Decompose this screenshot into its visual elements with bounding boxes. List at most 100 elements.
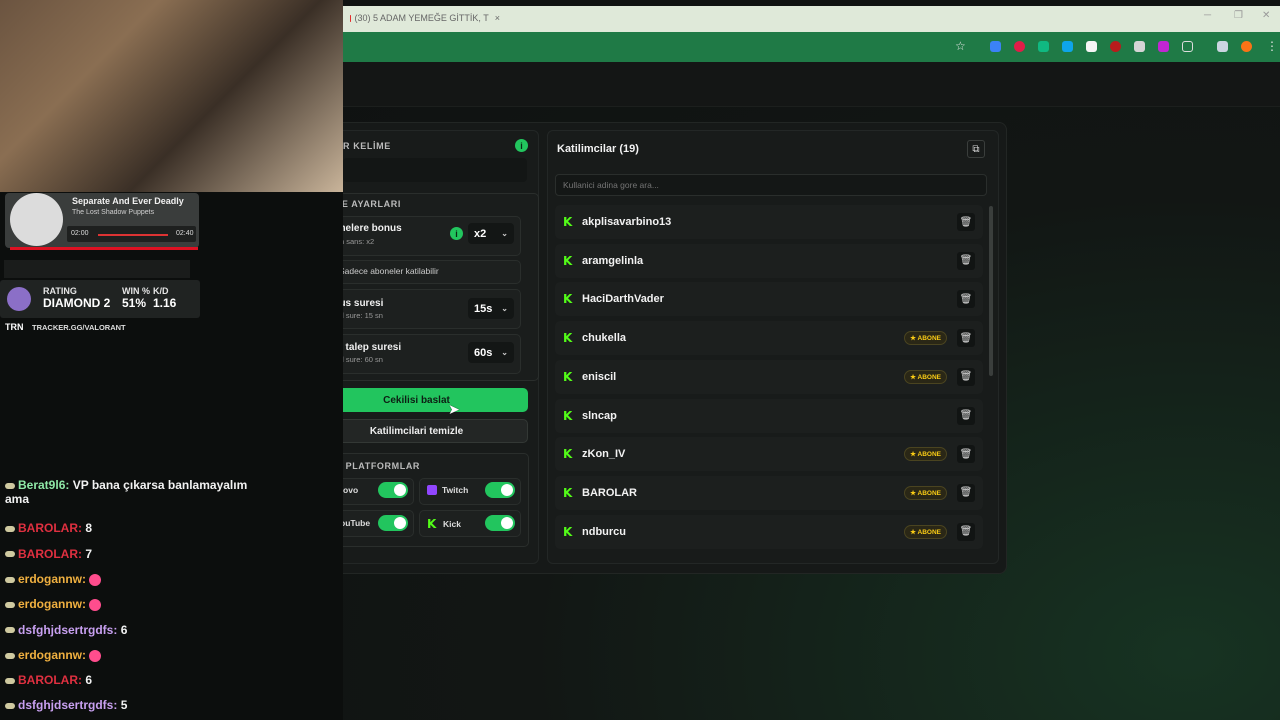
chat-text: 5 xyxy=(120,698,128,713)
twitch-toggle[interactable] xyxy=(485,482,515,498)
delete-icon[interactable]: 🗑 xyxy=(957,213,975,231)
tab-close-icon[interactable]: × xyxy=(495,13,500,23)
info-icon[interactable]: i xyxy=(450,227,463,240)
extension-icon[interactable] xyxy=(1062,41,1073,52)
participant-name: zKon_IV xyxy=(582,448,626,461)
claim-duration-select[interactable]: 60s ⌄ xyxy=(468,342,514,363)
platform-name: Twitch xyxy=(442,485,469,495)
copy-icon[interactable]: ⧉ xyxy=(967,140,985,158)
extension-icon[interactable] xyxy=(1134,41,1145,52)
participants-scrollbar[interactable] xyxy=(989,206,993,376)
site-header xyxy=(343,62,1280,107)
bookmark-star-icon[interactable]: ☆ xyxy=(955,39,966,53)
chat-message: erdogannw: xyxy=(5,647,102,662)
badge-icon xyxy=(5,703,15,710)
youtube-icon xyxy=(350,14,351,22)
chat-username: erdogannw xyxy=(18,571,83,586)
participant-row: K HaciDarthVader 🗑 xyxy=(555,282,983,317)
browser-menu-icon[interactable]: ⋮ xyxy=(1266,39,1278,53)
participant-name: slncap xyxy=(582,409,617,422)
tab-title: (30) 5 ADAM YEMEĞE GİTTİK, T xyxy=(354,13,489,23)
spin-duration-select[interactable]: 15s ⌄ xyxy=(468,298,514,319)
chat-username: dsfghjdsertrgdfs xyxy=(18,698,114,713)
kick-icon: K xyxy=(563,215,573,229)
chat-text: 7 xyxy=(85,546,93,561)
subscriber-bonus-select[interactable]: x2 ⌄ xyxy=(468,223,514,244)
extension-icon[interactable] xyxy=(1086,41,1097,52)
subscriber-badge-label: ABONE xyxy=(917,335,941,343)
chat-username: BAROLAR xyxy=(18,546,78,561)
info-icon[interactable]: i xyxy=(515,139,528,152)
participant-row: Keniscil ★ ABONE 🗑 xyxy=(555,359,983,394)
music-progress-fill xyxy=(98,234,168,236)
chat-username: erdogannw xyxy=(18,647,83,662)
extension-icon[interactable] xyxy=(1014,41,1025,52)
participant-name: eniscil xyxy=(582,370,617,383)
delete-icon[interactable]: 🗑 xyxy=(957,483,975,502)
kick-icon: K xyxy=(563,369,573,384)
tracker-url: TRACKER.GG/VALORANT xyxy=(32,323,126,332)
extension-icon[interactable] xyxy=(1110,41,1121,52)
subscriber-badge-label: ABONE xyxy=(917,451,941,459)
subscriber-badge: ★ ABONE xyxy=(904,524,947,539)
chat-text: 8 xyxy=(85,521,93,536)
mouse-cursor-icon: ➤ xyxy=(448,401,460,417)
extension-icon[interactable] xyxy=(1158,41,1169,52)
chat-text: VP bana çıkarsa banlamayalım xyxy=(72,478,248,492)
chat-username: erdogannw xyxy=(18,597,83,612)
reading-list-icon[interactable] xyxy=(1217,41,1228,52)
rating-label: RATING xyxy=(43,286,77,296)
keyword-label: R KELİME xyxy=(343,141,391,151)
window-close-button[interactable]: ✕ xyxy=(1262,10,1270,21)
extensions-puzzle-icon[interactable] xyxy=(1182,41,1193,52)
webcam-feed xyxy=(0,0,343,192)
kick-toggle[interactable] xyxy=(485,515,515,531)
participant-row: Kslncap 🗑 xyxy=(555,398,983,433)
participant-name: BAROLAR xyxy=(582,486,637,499)
avatar-strip xyxy=(4,260,190,278)
spin-duration-value: 15s xyxy=(474,302,493,315)
participant-search-input[interactable] xyxy=(555,174,987,196)
delete-icon[interactable]: 🗑 xyxy=(957,445,975,464)
participant-name: akplisavarbino13 xyxy=(582,216,672,228)
badge-icon xyxy=(5,576,15,583)
browser-tab[interactable]: (30) 5 ADAM YEMEĞE GİTTİK, T × xyxy=(350,9,500,27)
kd-value: 1.16 xyxy=(153,296,177,310)
chat-username: dsfghjdsertrgdfs xyxy=(18,622,114,637)
chat-text: 6 xyxy=(120,622,128,637)
kick-icon: K xyxy=(563,524,573,539)
kick-icon: K xyxy=(563,253,573,268)
delete-icon[interactable]: 🗑 xyxy=(957,406,975,425)
subscriber-badge-label: ABONE xyxy=(917,373,941,381)
participant-name: ndburcu xyxy=(582,525,626,538)
delete-icon[interactable]: 🗑 xyxy=(957,522,975,541)
kick-icon: K xyxy=(427,517,437,531)
extension-icon[interactable] xyxy=(1038,41,1049,52)
chat-username: Berat9l6 xyxy=(18,478,66,492)
chat-text: 6 xyxy=(85,673,93,688)
participant-row: Karamgelinla 🗑 xyxy=(555,243,983,278)
subscriber-badge-label: ABONE xyxy=(917,489,941,497)
participant-row: Kndburcu ★ ABONE 🗑 xyxy=(555,514,983,549)
delete-icon[interactable]: 🗑 xyxy=(957,290,975,309)
badge-icon xyxy=(5,551,15,558)
delete-icon[interactable]: 🗑 xyxy=(957,251,975,270)
maximize-button[interactable]: ❐ xyxy=(1234,10,1243,21)
platform-name: Kick xyxy=(443,519,461,529)
chat-username: BAROLAR xyxy=(18,521,78,536)
subscriber-badge: ★ ABONE xyxy=(904,331,947,346)
extension-icon[interactable] xyxy=(990,41,1001,52)
kick-icon: K xyxy=(563,485,573,500)
subs-only-label: Sadece aboneler katilabilir xyxy=(339,266,439,276)
minimize-button[interactable]: ─ xyxy=(1204,10,1211,21)
delete-icon[interactable]: 🗑 xyxy=(957,367,975,386)
participants-title: Katilimcilar (19) xyxy=(557,143,639,155)
keyword-input[interactable] xyxy=(343,158,527,182)
trovo-toggle[interactable] xyxy=(378,482,408,498)
badge-icon xyxy=(5,677,15,684)
youtube-toggle[interactable] xyxy=(378,515,408,531)
delete-icon[interactable]: 🗑 xyxy=(957,329,975,348)
profile-avatar[interactable] xyxy=(1241,41,1252,52)
twitch-icon xyxy=(427,485,437,495)
chat-message: erdogannw: xyxy=(5,571,102,586)
